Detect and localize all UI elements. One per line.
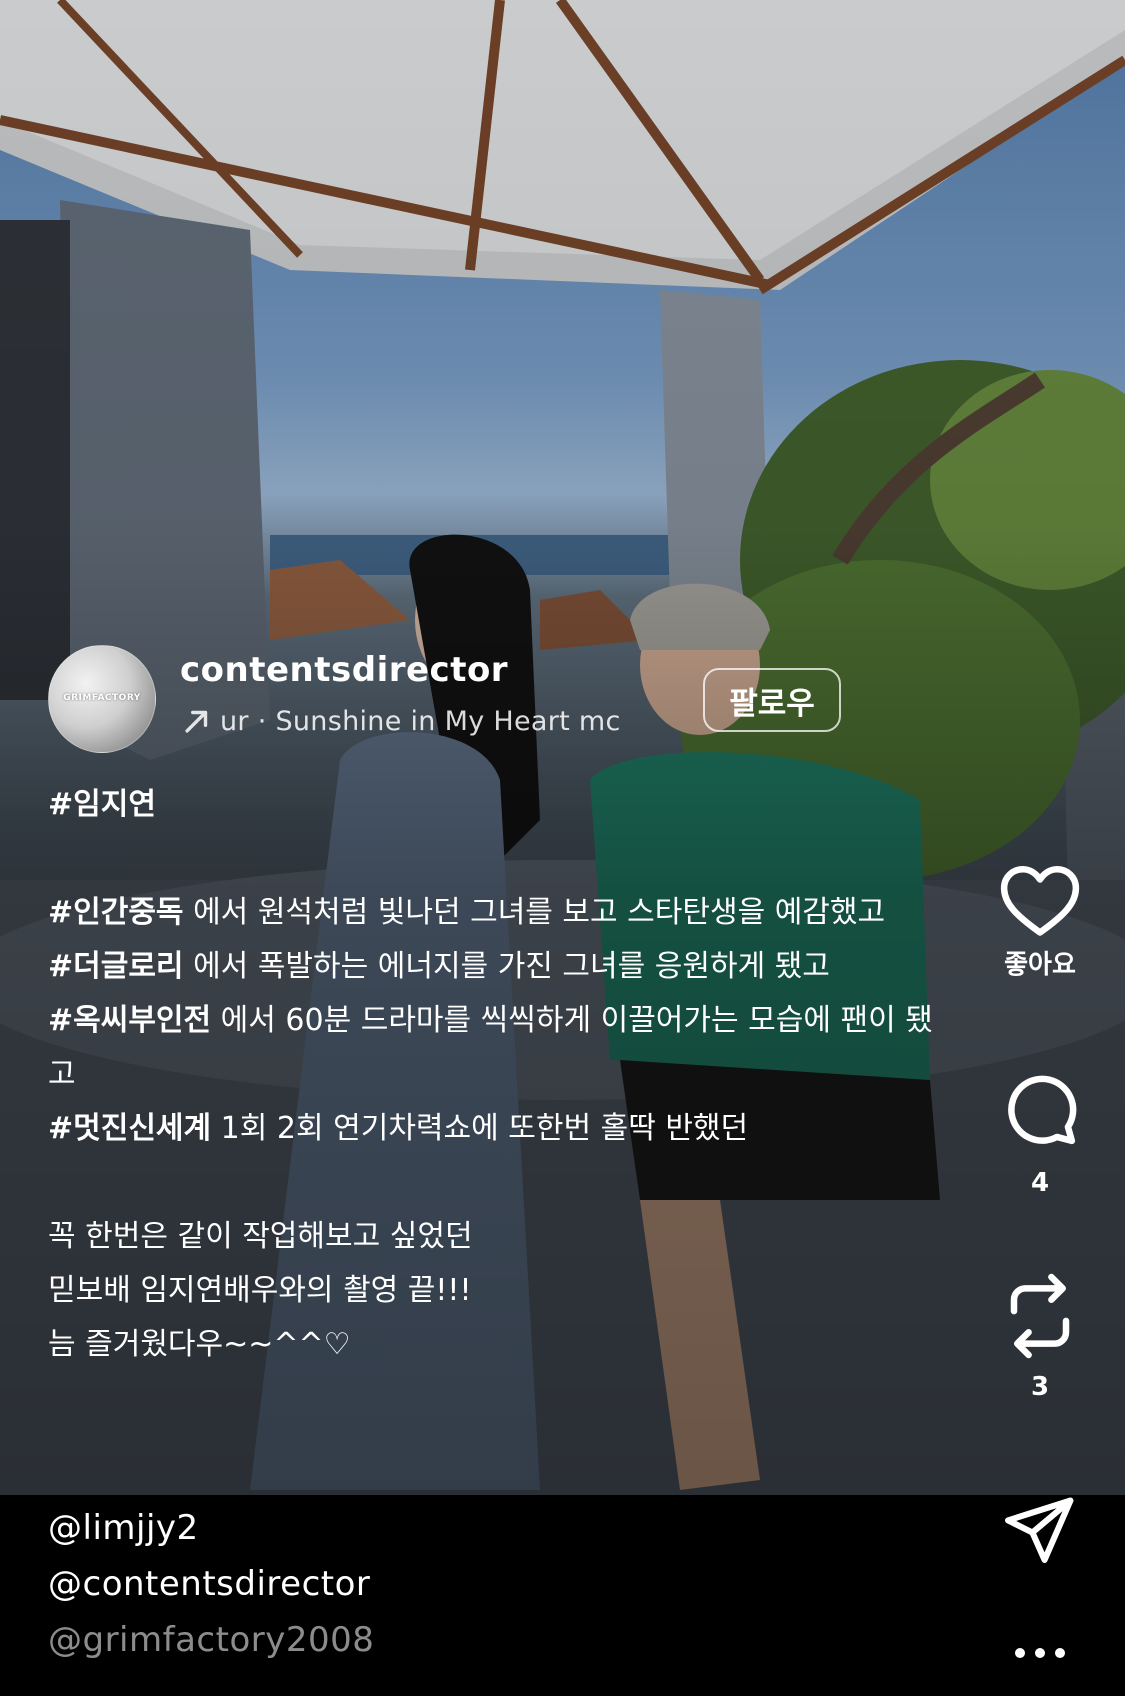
avatar[interactable]: GRIMFACTORY bbox=[48, 645, 156, 753]
like-button[interactable]: 좋아요 bbox=[990, 862, 1090, 981]
caption-line: #인간중독 에서 원석처럼 빛나던 그녀를 보고 스타탄생을 예감했고 bbox=[48, 886, 938, 940]
more-button[interactable] bbox=[990, 1645, 1090, 1661]
hashtag[interactable]: #멋진신세계 bbox=[48, 1111, 211, 1146]
caption-text: 에서 원석처럼 빛나던 그녀를 보고 스타탄생을 예감했고 bbox=[183, 895, 886, 930]
mentions: @limjjy2 @contentsdirector @grimfactory2… bbox=[48, 1500, 374, 1668]
comment-button[interactable]: 4 bbox=[990, 1070, 1090, 1198]
comment-icon bbox=[1008, 1075, 1077, 1145]
hashtag[interactable]: #인간중독 bbox=[48, 895, 184, 930]
caption-line: #멋진신세계 1회 2회 연기차력쇼에 또한번 홀딱 반했던 bbox=[48, 1102, 938, 1156]
arrow-up-right-icon bbox=[185, 710, 208, 733]
follow-button[interactable]: 팔로우 bbox=[703, 668, 841, 732]
comment-count: 4 bbox=[1030, 1168, 1050, 1198]
mention-link[interactable]: @limjjy2 bbox=[48, 1500, 374, 1556]
caption-closing-line: 늠 즐거웠다우~~^^♡ bbox=[48, 1327, 351, 1362]
hashtag[interactable]: #옥씨부인전 bbox=[48, 1003, 211, 1038]
username[interactable]: contentsdirector bbox=[180, 650, 508, 690]
caption-text: 에서 폭발하는 에너지를 가진 그녀를 응원하게 됐고 bbox=[183, 949, 830, 984]
repost-count: 3 bbox=[1030, 1372, 1050, 1402]
heart-icon bbox=[1000, 866, 1080, 936]
mention-link[interactable]: @contentsdirector bbox=[48, 1556, 374, 1612]
caption-closing-line: 꼭 한번은 같이 작업해보고 싶었던 bbox=[48, 1219, 473, 1254]
more-icon bbox=[1015, 1648, 1065, 1658]
mention-link[interactable]: @grimfactory2008 bbox=[48, 1612, 374, 1668]
hashtag-name[interactable]: #임지연 bbox=[48, 778, 938, 832]
caption-gap bbox=[48, 832, 938, 886]
caption-line: #더글로리 에서 폭발하는 에너지를 가진 그녀를 응원하게 됐고 bbox=[48, 940, 938, 994]
share-button[interactable] bbox=[990, 1496, 1090, 1566]
avatar-text: GRIMFACTORY bbox=[63, 693, 141, 703]
caption-gap bbox=[48, 1156, 938, 1210]
repost-icon bbox=[1010, 1273, 1070, 1359]
hashtag[interactable]: #더글로리 bbox=[48, 949, 184, 984]
caption-line: #옥씨부인전 에서 60분 드라마를 씩씩하게 이끌어가는 모습에 팬이 됐고 bbox=[48, 994, 938, 1102]
caption-closing-line: 믿보배 임지연배우와의 촬영 끝!!! bbox=[48, 1273, 472, 1308]
send-icon bbox=[1005, 1497, 1074, 1563]
post-caption: #임지연 #인간중독 에서 원석처럼 빛나던 그녀를 보고 스타탄생을 예감했고… bbox=[48, 778, 938, 1372]
music-row[interactable]: ur · Sunshine in My Heart mc bbox=[180, 700, 680, 742]
repost-button[interactable]: 3 bbox=[990, 1272, 1090, 1402]
caption-text: 1회 2회 연기차력쇼에 또한번 홀딱 반했던 bbox=[211, 1111, 749, 1146]
music-title: ur · Sunshine in My Heart mc bbox=[220, 705, 621, 737]
like-label: 좋아요 bbox=[1004, 950, 1076, 980]
